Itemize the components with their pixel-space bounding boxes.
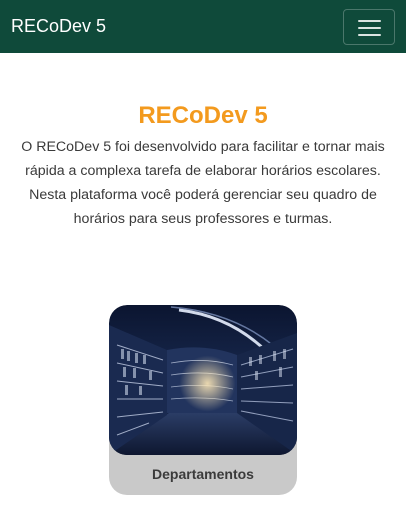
hamburger-menu-icon-bar xyxy=(358,27,381,29)
page-description: O RECoDev 5 foi desenvolvido para facili… xyxy=(21,139,385,227)
departamentos-card[interactable]: Departamentos xyxy=(109,305,297,495)
hamburger-menu-icon xyxy=(358,20,381,22)
menu-toggle-button[interactable] xyxy=(343,9,395,45)
departamentos-card-label: Departamentos xyxy=(152,466,254,482)
library-shelves-image xyxy=(109,305,297,455)
hamburger-menu-icon-bar xyxy=(358,34,381,36)
page-title: RECoDev 5 xyxy=(138,102,268,129)
navbar: RECoDev 5 xyxy=(0,0,406,53)
navbar-brand[interactable]: RECoDev 5 xyxy=(11,16,106,36)
